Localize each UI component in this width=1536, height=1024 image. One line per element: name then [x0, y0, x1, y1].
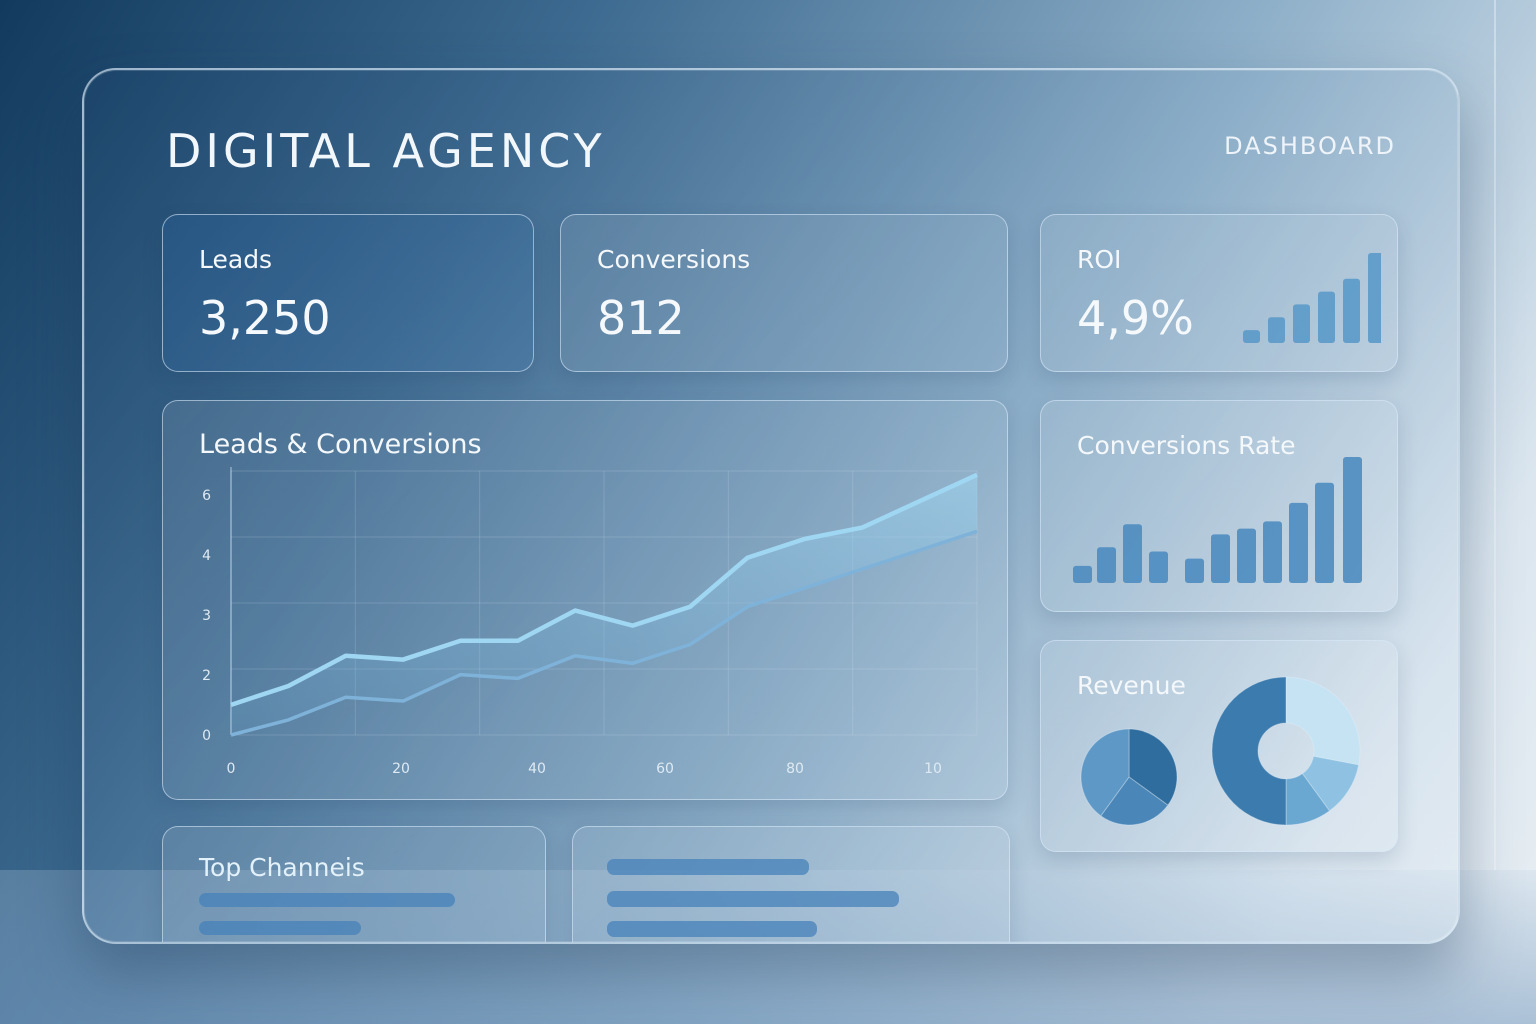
conversions-label: Conversions	[597, 245, 751, 274]
dashboard-window: DIGITAL AGENCY DASHBOARD Leads 3,250 Con…	[82, 68, 1460, 944]
leads-conversions-chart-card[interactable]: Leads & Conversions 0 2 3 4 6 0 20 40 60 80 10	[162, 400, 1008, 800]
x-tick-label: 60	[656, 761, 674, 777]
leads-conversions-line-chart: 023460 20 40 60 80 10	[202, 467, 978, 777]
top-channels-card[interactable]: Top Channeis	[162, 826, 546, 942]
conversion-rate-bar	[1073, 565, 1092, 583]
channels-list-card[interactable]	[572, 826, 1010, 942]
conversion-rate-bar	[1315, 482, 1334, 583]
x-tick-label: 0	[227, 761, 236, 777]
conversion-rate-bar	[1289, 502, 1308, 583]
y-tick-label: 6	[202, 488, 211, 504]
conversions-value: 812	[597, 291, 685, 345]
y-tick-label: 2	[202, 668, 211, 684]
y-tick-label: 0	[202, 728, 211, 744]
conversion-rate-bar	[1211, 534, 1230, 583]
list-bar	[607, 921, 817, 937]
revenue-donut-slice	[1211, 676, 1287, 826]
revenue-pie-charts	[1080, 676, 1361, 826]
roi-bar-chart	[1243, 253, 1381, 343]
roi-bar	[1268, 317, 1285, 343]
roi-bar	[1368, 253, 1381, 343]
roi-value: 4,9%	[1077, 291, 1194, 345]
roi-bar	[1243, 330, 1260, 343]
roi-bar	[1293, 304, 1310, 343]
channel-bar	[199, 921, 361, 935]
y-tick-label: 3	[202, 608, 211, 624]
list-bar	[607, 859, 809, 875]
conversion-rate-bar	[1123, 524, 1142, 583]
leads-value: 3,250	[199, 291, 331, 345]
conversion-rate-bar	[1149, 551, 1168, 583]
x-tick-label: 10	[924, 761, 942, 777]
conversion-rate-bar-chart	[1073, 457, 1362, 583]
x-tick-label: 20	[392, 761, 410, 777]
roi-label: ROI	[1077, 245, 1122, 274]
x-tick-label: 40	[528, 761, 546, 777]
x-tick-label: 80	[786, 761, 804, 777]
roi-bar	[1318, 291, 1335, 343]
dashboard-tab[interactable]: DASHBOARD	[1224, 132, 1396, 160]
conversion-rate-bar	[1343, 457, 1362, 583]
y-tick-label: 4	[202, 548, 211, 564]
list-bar	[607, 891, 899, 907]
top-channels-title: Top Channeis	[199, 853, 365, 882]
background-wall-line	[1494, 0, 1496, 870]
revenue-card[interactable]: Revenue	[1040, 640, 1398, 852]
roi-bar	[1343, 278, 1360, 343]
conversion-rate-bar	[1185, 558, 1204, 583]
leads-kpi-card[interactable]: Leads 3,250	[162, 214, 534, 372]
conversions-kpi-card[interactable]: Conversions 812	[560, 214, 1008, 372]
page-title: DIGITAL AGENCY	[166, 124, 606, 178]
conversion-rate-card[interactable]: Conversions Rate	[1040, 400, 1398, 612]
conversion-rate-bar	[1097, 547, 1116, 583]
leads-label: Leads	[199, 245, 273, 274]
conversion-rate-bar	[1237, 528, 1256, 583]
conversion-rate-bar	[1263, 521, 1282, 583]
roi-kpi-card[interactable]: ROI 4,9%	[1040, 214, 1398, 372]
channel-bar	[199, 893, 455, 907]
revenue-donut-slice	[1285, 676, 1361, 766]
